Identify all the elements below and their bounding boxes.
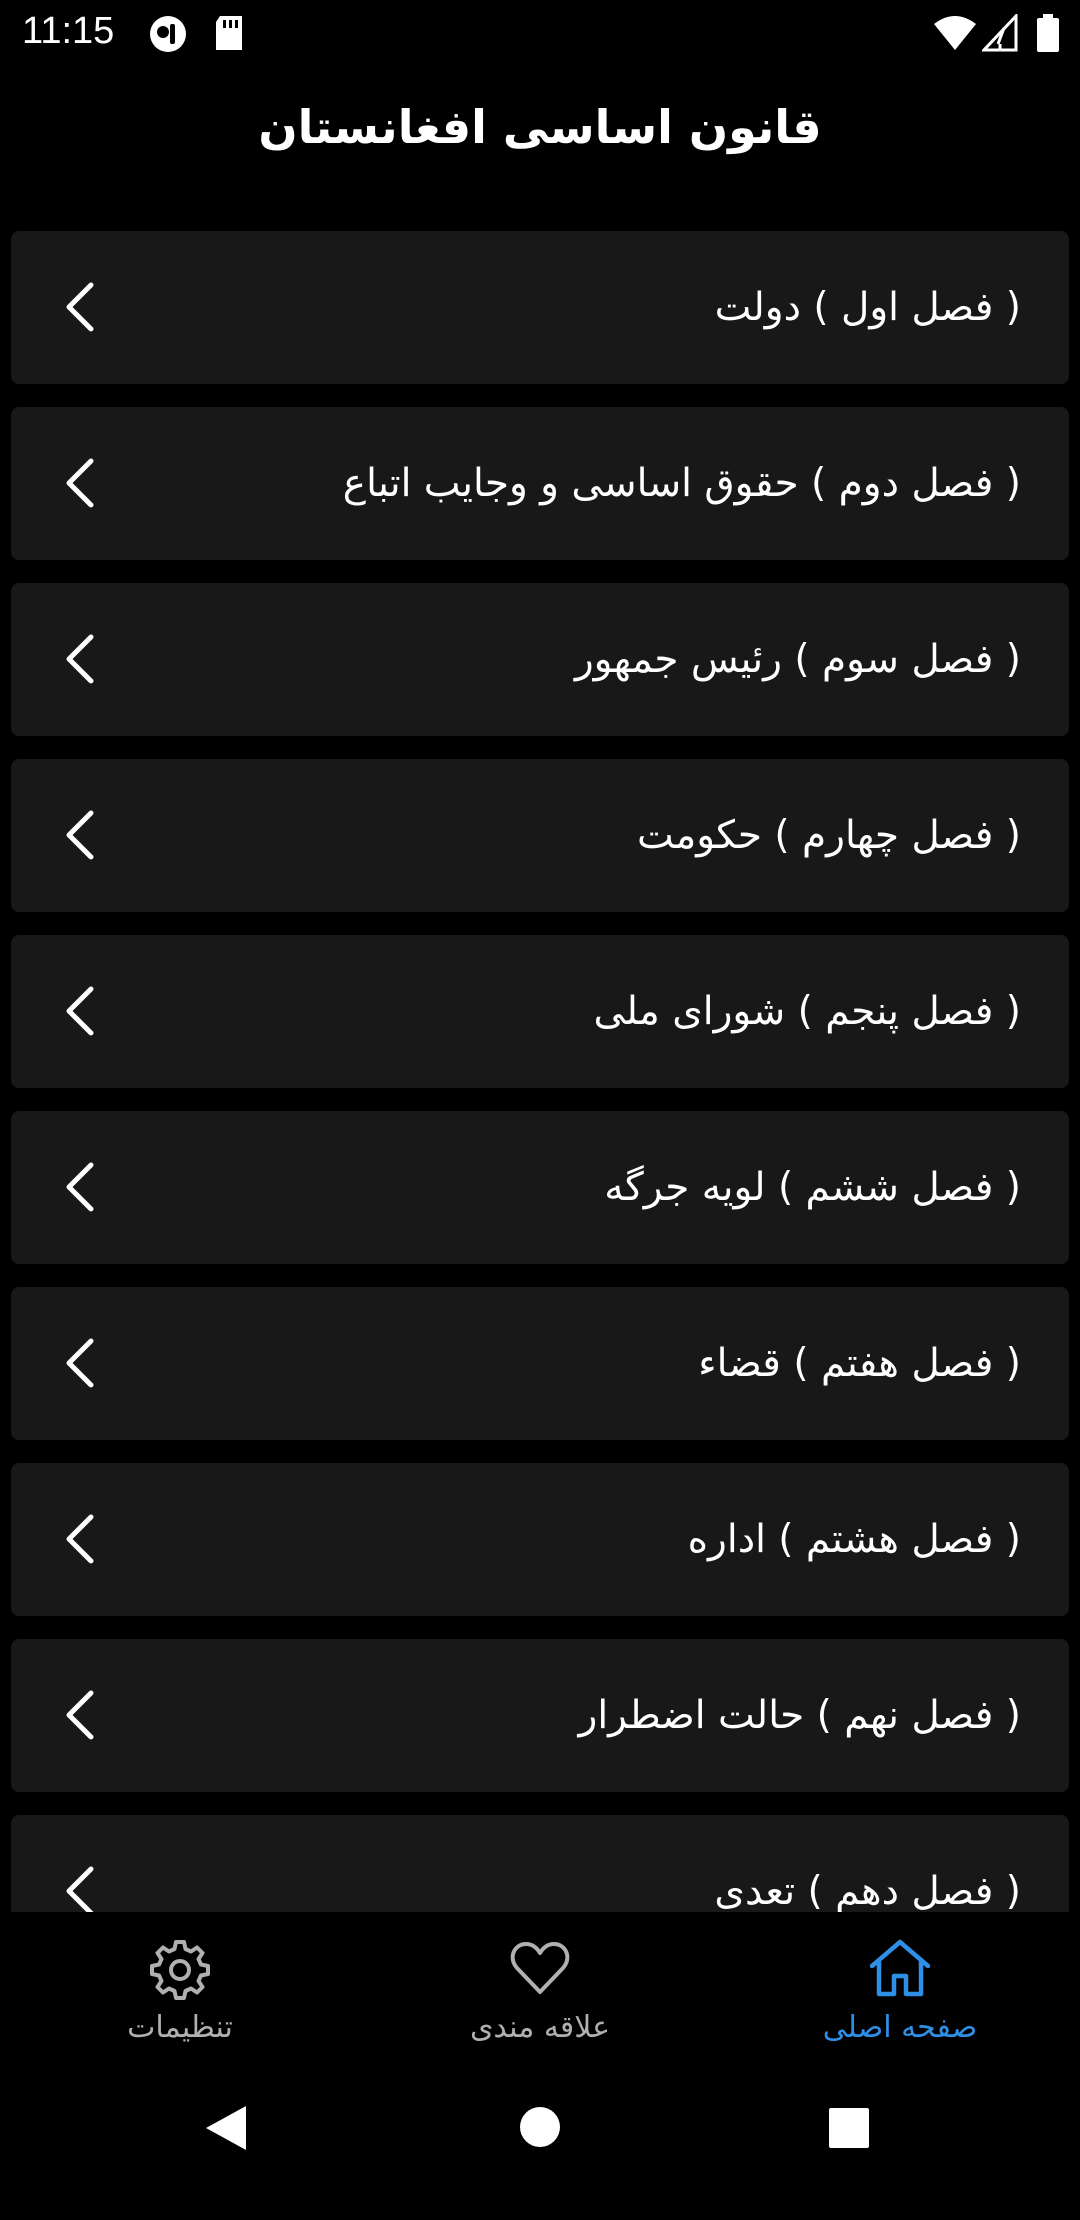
chapter-item[interactable]: ( فصل اول ) دولت — [11, 231, 1069, 384]
battery-icon — [1037, 14, 1059, 52]
chevron-left-icon — [66, 282, 94, 332]
status-bar: 11:15 — [0, 0, 1080, 66]
chapter-label: ( فصل دوم ) حقوق اساسی و وجایب اتباع — [342, 461, 1021, 506]
home-button[interactable] — [519, 2106, 561, 2148]
chapter-item[interactable]: ( فصل هشتم ) اداره — [11, 1463, 1069, 1616]
chapter-label: ( فصل سوم ) رئیس جمهور — [574, 637, 1021, 682]
chevron-left-icon — [66, 1162, 94, 1212]
back-button[interactable] — [204, 2104, 248, 2152]
chapter-label: ( فصل چهارم ) حکومت — [637, 813, 1021, 858]
chapter-item[interactable]: ( فصل دوم ) حقوق اساسی و وجایب اتباع — [11, 407, 1069, 560]
nav-favorites[interactable]: علاقه مندی — [360, 1912, 720, 2062]
status-time: 11:15 — [22, 10, 115, 52]
chapter-label: ( فصل نهم ) حالت اضطرار — [578, 1693, 1021, 1738]
nav-settings[interactable]: تنظیمات — [0, 1912, 360, 2062]
chapter-label: ( فصل هفتم ) قضاء — [698, 1341, 1021, 1386]
chapter-label: ( فصل ششم ) لویه جرگه — [604, 1165, 1021, 1210]
chapter-list[interactable]: ( فصل اول ) دولت ( فصل دوم ) حقوق اساسی … — [0, 231, 1080, 1912]
sd-card-icon — [216, 16, 242, 50]
page-title: قانون اساسی افغانستان — [258, 100, 822, 154]
wifi-icon — [934, 16, 976, 50]
chapter-label: ( فصل دهم ) تعدی — [714, 1869, 1021, 1912]
chapter-label: ( فصل اول ) دولت — [714, 285, 1021, 330]
system-navigation-bar — [0, 2062, 1080, 2220]
chapter-item[interactable]: ( فصل نهم ) حالت اضطرار — [11, 1639, 1069, 1792]
chapter-label: ( فصل پنجم ) شورای ملی — [593, 989, 1022, 1034]
cellular-signal-icon — [982, 14, 1018, 52]
nav-home[interactable]: صفحه اصلی — [720, 1912, 1080, 2062]
chapter-item[interactable]: ( فصل هفتم ) قضاء — [11, 1287, 1069, 1440]
bottom-navigation: تنظیمات علاقه مندی صفحه اصلی — [0, 1912, 1080, 2062]
recents-button[interactable] — [828, 2107, 870, 2149]
chevron-left-icon — [66, 810, 94, 860]
notification-app-icon — [150, 16, 186, 52]
chevron-left-icon — [66, 1866, 94, 1912]
chapter-label: ( فصل هشتم ) اداره — [687, 1517, 1021, 1562]
heart-icon — [510, 1942, 570, 1994]
chevron-left-icon — [66, 1690, 94, 1740]
chevron-left-icon — [66, 458, 94, 508]
chapter-item[interactable]: ( فصل پنجم ) شورای ملی — [11, 935, 1069, 1088]
gear-icon — [150, 1940, 210, 2000]
chapter-item[interactable]: ( فصل دهم ) تعدی — [11, 1815, 1069, 1912]
chevron-left-icon — [66, 1338, 94, 1388]
nav-home-label: صفحه اصلی — [822, 2010, 978, 2045]
chevron-left-icon — [66, 634, 94, 684]
nav-favorites-label: علاقه مندی — [469, 2010, 611, 2045]
chapter-item[interactable]: ( فصل چهارم ) حکومت — [11, 759, 1069, 912]
chapter-item[interactable]: ( فصل ششم ) لویه جرگه — [11, 1111, 1069, 1264]
chapter-item[interactable]: ( فصل سوم ) رئیس جمهور — [11, 583, 1069, 736]
chevron-left-icon — [66, 986, 94, 1036]
nav-settings-label: تنظیمات — [127, 2010, 233, 2045]
chevron-left-icon — [66, 1514, 94, 1564]
home-icon — [869, 1939, 931, 1997]
